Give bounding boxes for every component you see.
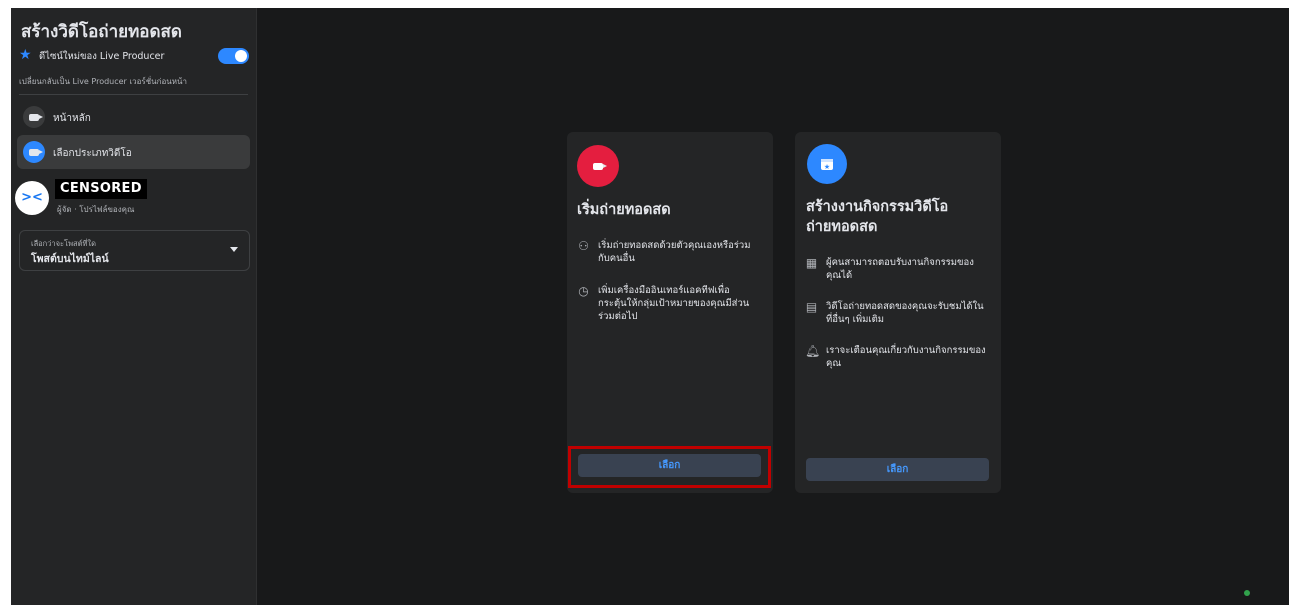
calendar-star-icon: ★ (807, 144, 847, 184)
switch-knob (235, 50, 247, 62)
feature-text: วิดีโอถ่ายทอดสดของคุณจะรับชมได้ในที่อื่น… (826, 301, 984, 325)
profile-role: ผู้จัด · โปรไฟล์ของคุณ (57, 205, 135, 214)
video-camera-icon (23, 106, 45, 128)
profile-name: CENSORED (55, 179, 147, 199)
dropdown-label: เลือกว่าจะโพสต์ที่ใด (31, 239, 96, 248)
page-title: สร้างวิดีโอถ่ายทอดสด (21, 22, 182, 42)
svg-text:★: ★ (824, 163, 830, 171)
sidebar-item-label: หน้าหลัก (53, 113, 91, 124)
sidebar-item-select-video-type[interactable]: เลือกประเภทวิดีโอ (17, 135, 250, 169)
clock-icon: ◷ (578, 284, 589, 298)
switch-back-link[interactable]: เปลี่ยนกลับเป็น Live Producer เวอร์ชั่นก… (19, 75, 187, 88)
bell-icon: 🔔︎ (805, 344, 821, 358)
avatar: >< (15, 181, 49, 215)
profile-selector[interactable]: >< CENSORED ผู้จัด · โปรไฟล์ของคุณ (15, 176, 250, 216)
feature-text: เพิ่มเครื่องมืออินเทอร์แอคทีฟเพื่อกระตุ้… (598, 285, 750, 322)
video-camera-icon (23, 141, 45, 163)
app-window: สร้างวิดีโอถ่ายทอดสด ★ ดีไซน์ใหม่ของ Liv… (11, 8, 1289, 605)
card-title: เริ่มถ่ายทอดสด (577, 202, 671, 218)
sidebar-item-label: เลือกประเภทวิดีโอ (53, 148, 132, 159)
video-library-icon: ▤ (805, 300, 818, 314)
star-icon: ★ (19, 47, 32, 63)
sidebar: สร้างวิดีโอถ่ายทอดสด ★ ดีไซน์ใหม่ของ Liv… (11, 8, 257, 605)
toggle-label: ดีไซน์ใหม่ของ Live Producer (39, 51, 165, 62)
live-event-card[interactable]: ★ สร้างงานกิจกรรมวิดีโอถ่ายทอดสด ▦ ผู้คน… (795, 132, 1001, 493)
live-video-icon (577, 145, 619, 187)
sidebar-item-home[interactable]: หน้าหลัก (17, 100, 250, 134)
calendar-icon: ▦ (805, 256, 818, 270)
feature-text: เริ่มถ่ายทอดสดด้วยตัวคุณเองหรือร่วมกับคน… (598, 240, 751, 264)
new-design-toggle-row: ★ ดีไซน์ใหม่ของ Live Producer (19, 48, 249, 66)
new-design-switch[interactable] (218, 48, 249, 64)
dropdown-value: โพสต์บนไทม์ไลน์ (31, 253, 109, 265)
highlight-box (568, 446, 771, 488)
card-title: สร้างงานกิจกรรมวิดีโอถ่ายทอดสด (806, 199, 949, 235)
go-live-card[interactable]: เริ่มถ่ายทอดสด ⚇ เริ่มถ่ายทอดสดด้วยตัวคุ… (567, 132, 773, 493)
select-live-event-button[interactable]: เลือก (806, 458, 989, 481)
status-dot (1244, 590, 1250, 596)
feature-text: เราจะเตือนคุณเกี่ยวกับงานกิจกรรมของคุณ (826, 345, 986, 369)
feature-text: ผู้คนสามารถตอบรับงานกิจกรรมของคุณได้ (826, 257, 974, 281)
divider (19, 94, 248, 95)
chevron-down-icon (230, 247, 238, 252)
people-icon: ⚇ (578, 239, 589, 253)
post-location-dropdown[interactable]: เลือกว่าจะโพสต์ที่ใด โพสต์บนไทม์ไลน์ (19, 230, 250, 271)
